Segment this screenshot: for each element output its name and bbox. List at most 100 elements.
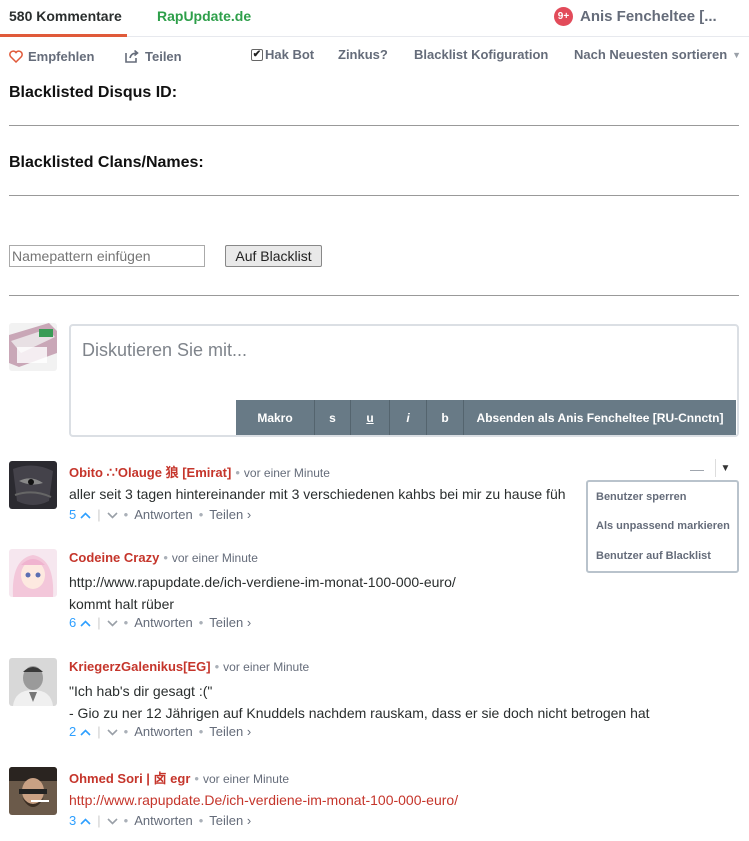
- separator-dot: •: [123, 507, 129, 522]
- comment-author[interactable]: Codeine Crazy: [69, 550, 159, 565]
- comment-body: http://www.rapupdate.De/ich-verdiene-im-…: [69, 789, 458, 811]
- vote-separator: |: [97, 813, 101, 828]
- avatar[interactable]: [9, 767, 57, 815]
- send-button[interactable]: Absenden als Anis Fencheltee [RU-Cnnctn]: [464, 400, 736, 435]
- hakbot-checkbox[interactable]: ✔: [251, 48, 263, 61]
- underline-button[interactable]: u: [351, 400, 390, 435]
- vote-separator: |: [97, 507, 101, 522]
- comment-author[interactable]: KriegerzGalenikus[EG]: [69, 659, 211, 674]
- top-nav: 580 Kommentare RapUpdate.de 9+ Anis Fenc…: [0, 0, 749, 37]
- menu-item-flag-inappropriate[interactable]: Als unpassend markieren: [596, 520, 730, 532]
- separator-dot: •: [198, 507, 204, 522]
- add-to-blacklist-button[interactable]: Auf Blacklist: [225, 245, 322, 267]
- hakbot-toggle[interactable]: ✔ Hak Bot: [251, 47, 314, 62]
- vote-separator: |: [97, 724, 101, 739]
- vote-separator: |: [97, 615, 101, 630]
- minus-icon[interactable]: —: [690, 461, 704, 477]
- share-link[interactable]: Teilen ›: [209, 813, 251, 828]
- separator-dot: •: [123, 615, 129, 630]
- makro-button[interactable]: Makro: [236, 400, 315, 435]
- italic-button[interactable]: i: [390, 400, 427, 435]
- chevron-down-icon[interactable]: [107, 724, 118, 739]
- tab-community[interactable]: RapUpdate.de: [157, 8, 251, 24]
- separator-dot: •: [198, 813, 204, 828]
- user-avatar[interactable]: [9, 323, 57, 371]
- comment-body: "Ich hab's dir gesagt :(" - Gio zu ner 1…: [69, 680, 650, 724]
- notification-badge[interactable]: 9+: [554, 6, 573, 26]
- reply-link[interactable]: Antworten: [134, 615, 193, 630]
- divider: [9, 295, 739, 296]
- comment-header: KriegerzGalenikus[EG] • vor einer Minute: [69, 659, 309, 674]
- tab-comment-count[interactable]: 580 Kommentare: [9, 8, 122, 24]
- avatar[interactable]: [9, 549, 57, 597]
- heart-icon: [9, 50, 23, 63]
- comment-time[interactable]: vor einer Minute: [172, 551, 258, 565]
- upvote-count: 2: [69, 724, 77, 739]
- upvote-count: 5: [69, 507, 77, 522]
- separator-dot: •: [235, 465, 240, 480]
- comment-time[interactable]: vor einer Minute: [223, 660, 309, 674]
- caret-down-icon: ▼: [732, 49, 742, 60]
- user-menu[interactable]: 9+ Anis Fencheltee [...: [554, 5, 717, 27]
- blacklist-config-link[interactable]: Blacklist Kofiguration: [414, 47, 548, 62]
- comment-body: aller seit 3 tagen hintereinander mit 3 …: [69, 483, 566, 505]
- strikethrough-button[interactable]: s: [315, 400, 351, 435]
- chevron-down-icon[interactable]: [107, 507, 118, 522]
- comment-time[interactable]: vor einer Minute: [244, 466, 330, 480]
- comment-header: Codeine Crazy • vor einer Minute: [69, 550, 258, 565]
- comment-author[interactable]: Ohmed Sori | 卤 egr: [69, 771, 190, 786]
- bold-button[interactable]: b: [427, 400, 464, 435]
- active-tab-indicator: [0, 34, 127, 37]
- comment-footer: 2 | • Antworten • Teilen ›: [69, 724, 251, 739]
- chevron-up-icon[interactable]: [80, 724, 91, 739]
- comment: Codeine Crazy • vor einer Minute http://ww…: [9, 549, 739, 630]
- hakbot-label: Hak Bot: [265, 47, 315, 62]
- comment: KriegerzGalenikus[EG] • vor einer Minute "…: [9, 658, 739, 739]
- reply-link[interactable]: Antworten: [134, 813, 193, 828]
- comment-composer[interactable]: Diskutieren Sie mit... Makro s u i b Abs…: [69, 324, 739, 437]
- menu-item-block-user[interactable]: Benutzer sperren: [596, 491, 686, 503]
- share-icon: [125, 50, 139, 63]
- recommend-button[interactable]: Empfehlen: [9, 49, 94, 64]
- chevron-up-icon[interactable]: [80, 615, 91, 630]
- comment-footer: 3 | • Antworten • Teilen ›: [69, 813, 251, 828]
- comment-footer: 5 | • Antworten • Teilen ›: [69, 507, 251, 522]
- share-label: Teilen: [145, 49, 182, 64]
- chevron-down-icon[interactable]: [107, 813, 118, 828]
- chevron-up-icon[interactable]: [80, 507, 91, 522]
- separator-dot: •: [123, 724, 129, 739]
- share-link[interactable]: Teilen ›: [209, 507, 251, 522]
- share-link[interactable]: Teilen ›: [209, 615, 251, 630]
- blacklisted-clans-heading: Blacklisted Clans/Names:: [9, 154, 204, 171]
- composer-placeholder[interactable]: Diskutieren Sie mit...: [82, 340, 247, 361]
- avatar[interactable]: [9, 461, 57, 509]
- caret-down-icon[interactable]: ▼: [715, 459, 735, 477]
- user-name[interactable]: Anis Fencheltee [...: [580, 8, 717, 25]
- comment: Ohmed Sori | 卤 egr • vor einer Minute http…: [9, 767, 739, 828]
- format-toolbar: Makro s u i b Absenden als Anis Fenchelt…: [236, 400, 736, 435]
- comment-header: Ohmed Sori | 卤 egr • vor einer Minute: [69, 768, 289, 787]
- separator-dot: •: [214, 659, 220, 674]
- comment-author[interactable]: Obito ∴'Olauge 狼 [Emirat]: [69, 465, 231, 480]
- comment-text-line: http://www.rapupdate.de/ich-verdiene-im-…: [69, 574, 456, 590]
- reply-link[interactable]: Antworten: [134, 724, 193, 739]
- separator-dot: •: [198, 724, 204, 739]
- chevron-down-icon[interactable]: [107, 615, 118, 630]
- share-link[interactable]: Teilen ›: [209, 724, 251, 739]
- reply-link[interactable]: Antworten: [134, 507, 193, 522]
- comment-text-line: aller seit 3 tagen hintereinander mit 3 …: [69, 486, 566, 502]
- share-button[interactable]: Teilen: [125, 49, 182, 64]
- avatar[interactable]: [9, 658, 57, 706]
- namepattern-input[interactable]: [9, 245, 205, 267]
- comment-link[interactable]: http://www.rapupdate.De/ich-verdiene-im-…: [69, 789, 458, 811]
- comment-time[interactable]: vor einer Minute: [203, 772, 289, 786]
- action-bar: Empfehlen Teilen ✔ Hak Bot Zinkus? Black…: [0, 45, 749, 69]
- sort-dropdown[interactable]: Nach Neuesten sortieren ▼: [574, 47, 741, 62]
- blacklisted-disqus-heading: Blacklisted Disqus ID:: [9, 84, 178, 101]
- chevron-up-icon[interactable]: [80, 813, 91, 828]
- comment-footer: 6 | • Antworten • Teilen ›: [69, 615, 251, 630]
- separator-dot: •: [194, 771, 199, 786]
- divider: [9, 125, 739, 126]
- zinkus-link[interactable]: Zinkus?: [338, 47, 388, 62]
- comment-text-line: "Ich hab's dir gesagt :(": [69, 683, 213, 699]
